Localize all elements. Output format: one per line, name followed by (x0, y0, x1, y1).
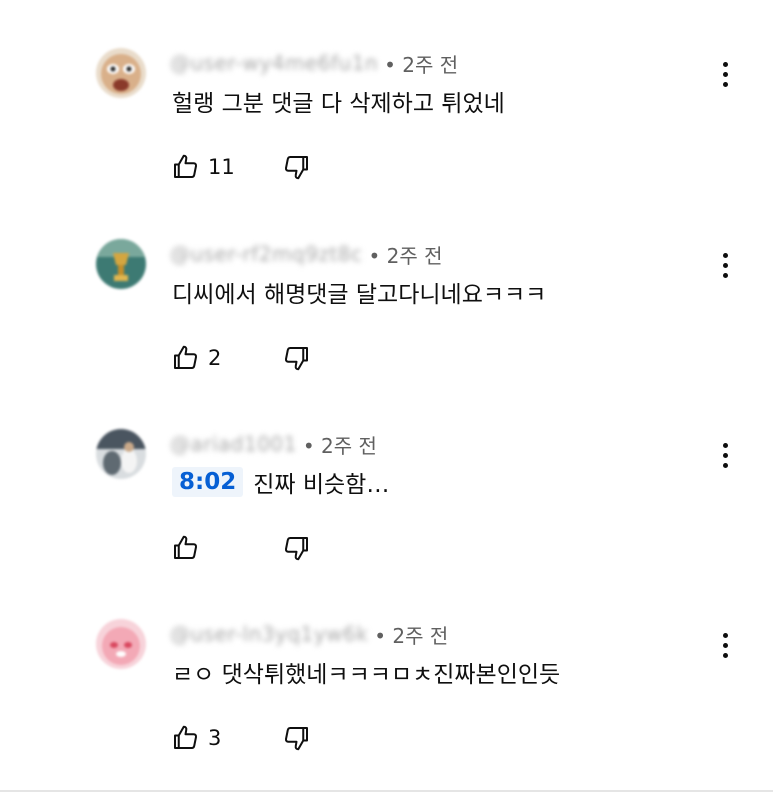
like-count: 2 (208, 346, 222, 370)
author-handle[interactable]: @user-ln3yq1yw6k (170, 622, 368, 646)
comment-text: 디씨에서 해명댓글 달고다니네요ㅋㅋㅋ (172, 275, 546, 309)
comment-body: 진짜 비슷함… (253, 472, 390, 498)
dislike-button[interactable] (282, 343, 312, 373)
comment-body: 헐랭 그분 댓글 다 삭제하고 튀었네 (172, 91, 505, 117)
more-vertical-icon (722, 61, 728, 67)
thumbs-up-icon (174, 345, 198, 369)
comment-body: 디씨에서 해명댓글 달고다니네요ㅋㅋㅋ (172, 282, 547, 308)
timestamp-link[interactable]: 8:02 (172, 467, 244, 497)
like-button[interactable]: 3 (170, 723, 248, 753)
avatar[interactable] (96, 48, 146, 98)
comment-text: ㄹㅇ 댓삭튀했네ㅋㅋㅋㅁㅊ진짜본인인듯 (172, 655, 560, 689)
avatar[interactable] (96, 239, 146, 289)
thumbs-down-icon (284, 156, 308, 180)
comment-time[interactable]: • 2주 전 (303, 430, 377, 459)
comment-thread: @ariad1001 • 2주 전 8:02 진짜 비슷함… (0, 429, 773, 619)
like-count: 11 (208, 155, 235, 179)
thumbs-up-icon (174, 535, 198, 559)
comment-text: 8:02 진짜 비슷함… (172, 465, 389, 499)
like-count: 3 (208, 726, 222, 750)
thumbs-up-icon (174, 154, 198, 178)
comment-time[interactable]: • 2주 전 (374, 620, 448, 649)
dislike-button[interactable] (282, 152, 312, 182)
divider (0, 790, 773, 792)
more-options-button[interactable] (714, 623, 736, 667)
more-options-button[interactable] (714, 243, 736, 287)
comment-actions: 3 (170, 721, 308, 755)
comment-header: @user-rf2mq9zt8c • 2주 전 (170, 239, 443, 269)
comment-thread: @user-ln3yq1yw6k • 2주 전 ㄹㅇ 댓삭튀했네ㅋㅋㅋㅁㅊ진짜본… (0, 619, 773, 799)
dislike-button[interactable] (282, 533, 312, 563)
comment-body: ㄹㅇ 댓삭튀했네ㅋㅋㅋㅁㅊ진짜본인인듯 (172, 662, 561, 688)
author-handle[interactable]: @ariad1001 (170, 432, 297, 456)
author-handle[interactable]: @user-rf2mq9zt8c (170, 242, 363, 266)
more-vertical-icon (722, 632, 728, 638)
thumbs-down-icon (284, 537, 308, 561)
like-button[interactable] (170, 533, 248, 563)
comment-thread: @user-rf2mq9zt8c • 2주 전 디씨에서 해명댓글 달고다니네요… (0, 239, 773, 429)
comment-text: 헐랭 그분 댓글 다 삭제하고 튀었네 (172, 84, 505, 118)
comment-time[interactable]: • 2주 전 (384, 49, 458, 78)
more-options-button[interactable] (714, 52, 736, 96)
comment-time[interactable]: • 2주 전 (369, 240, 443, 269)
comment-thread: @user-wy4me6fu1n • 2주 전 헐랭 그분 댓글 다 삭제하고 … (0, 48, 773, 238)
avatar[interactable] (96, 429, 146, 479)
thumbs-up-icon (174, 725, 198, 749)
more-vertical-icon (722, 252, 728, 258)
dislike-button[interactable] (282, 723, 312, 753)
more-vertical-icon (722, 442, 728, 448)
like-button[interactable]: 11 (170, 152, 248, 182)
author-handle[interactable]: @user-wy4me6fu1n (170, 51, 378, 75)
comment-header: @ariad1001 • 2주 전 (170, 429, 377, 459)
like-button[interactable]: 2 (170, 343, 248, 373)
comment-actions (170, 531, 308, 565)
avatar[interactable] (96, 619, 146, 669)
comment-header: @user-ln3yq1yw6k • 2주 전 (170, 619, 448, 649)
thumbs-down-icon (284, 347, 308, 371)
more-options-button[interactable] (714, 433, 736, 477)
comment-header: @user-wy4me6fu1n • 2주 전 (170, 48, 458, 78)
comment-actions: 2 (170, 341, 308, 375)
thumbs-down-icon (284, 727, 308, 751)
comment-actions: 11 (170, 150, 308, 184)
